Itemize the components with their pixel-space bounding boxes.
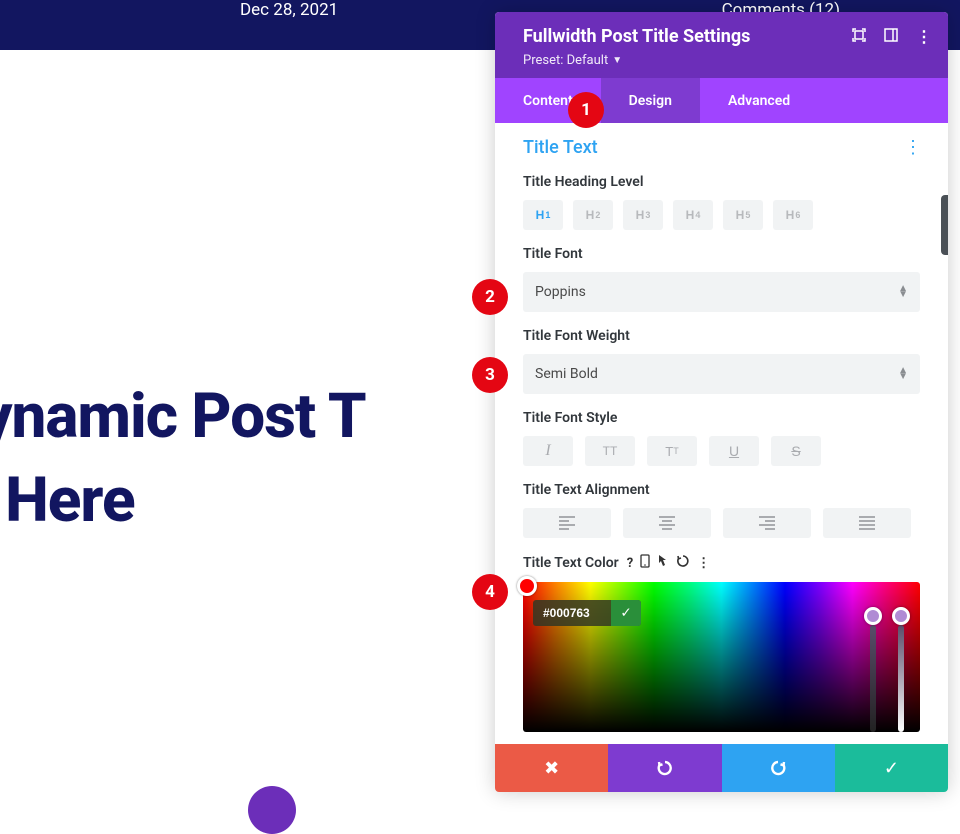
preset-label: Preset: Default (523, 53, 608, 68)
panel-header: Fullwidth Post Title Settings ⋮ Preset: … (495, 12, 948, 78)
lightness-track[interactable] (870, 625, 876, 732)
label-title-font: Title Font (523, 246, 920, 262)
help-icon[interactable]: ? (627, 556, 633, 571)
color-picker[interactable]: ✓ (523, 582, 920, 732)
weight-value: Semi Bold (535, 366, 598, 382)
label-heading-level: Title Heading Level (523, 174, 920, 190)
style-strikethrough[interactable]: S (771, 436, 821, 466)
font-style-group: I TT TT U S (523, 436, 920, 466)
select-arrows-icon: ▲▼ (898, 368, 908, 380)
tab-bar: Content Design Advanced (495, 78, 948, 123)
hex-confirm-button[interactable]: ✓ (611, 600, 641, 626)
snap-icon[interactable] (884, 27, 898, 46)
select-arrows-icon: ▲▼ (898, 286, 908, 298)
font-weight-select[interactable]: Semi Bold ▲▼ (523, 354, 920, 394)
tab-advanced[interactable]: Advanced (700, 78, 818, 123)
decorative-circle (248, 786, 296, 834)
hover-icon[interactable] (657, 554, 669, 572)
label-font-style: Title Font Style (523, 410, 920, 426)
heading-h4[interactable]: H4 (673, 200, 713, 230)
post-date: Dec 28, 2021 (240, 0, 338, 20)
chevron-down-icon: ▼ (612, 55, 622, 66)
font-value: Poppins (535, 284, 586, 300)
panel-title: Fullwidth Post Title Settings (523, 26, 750, 47)
style-smallcaps[interactable]: TT (647, 436, 697, 466)
section-menu-icon[interactable]: ⋮ (904, 137, 920, 158)
align-right[interactable] (723, 508, 811, 538)
label-text-color: Title Text Color ? ⋮ (523, 554, 920, 572)
preview-area: )ynamic Post T y Here (0, 50, 494, 810)
style-underline[interactable]: U (709, 436, 759, 466)
reset-icon[interactable] (676, 554, 690, 572)
alpha-track[interactable] (898, 625, 904, 732)
mobile-icon[interactable] (640, 554, 650, 572)
section-title[interactable]: Title Text (523, 137, 598, 158)
lightness-knob[interactable] (864, 607, 882, 625)
hex-input-chip: ✓ (533, 600, 641, 626)
scroll-indicator[interactable] (941, 195, 948, 255)
save-button[interactable]: ✓ (835, 744, 948, 792)
alpha-knob[interactable] (892, 607, 910, 625)
heading-h2[interactable]: H2 (573, 200, 613, 230)
align-center[interactable] (623, 508, 711, 538)
title-font-select[interactable]: Poppins ▲▼ (523, 272, 920, 312)
tab-content[interactable]: Content (495, 78, 601, 123)
cancel-button[interactable]: ✖ (495, 744, 608, 792)
more-icon[interactable]: ⋮ (916, 27, 930, 46)
align-justify[interactable] (823, 508, 911, 538)
heading-h5[interactable]: H5 (723, 200, 763, 230)
settings-panel: Fullwidth Post Title Settings ⋮ Preset: … (495, 12, 948, 792)
undo-button[interactable] (608, 744, 721, 792)
label-text-align: Title Text Alignment (523, 482, 920, 498)
style-italic[interactable]: I (523, 436, 573, 466)
heading-h6[interactable]: H6 (773, 200, 813, 230)
align-group (523, 508, 920, 538)
post-title-preview: )ynamic Post T y Here (0, 375, 366, 542)
label-font-weight: Title Font Weight (523, 328, 920, 344)
heading-level-group: H1 H2 H3 H4 H5 H6 (523, 200, 920, 230)
heading-h1[interactable]: H1 (523, 200, 563, 230)
redo-button[interactable] (722, 744, 835, 792)
color-cursor[interactable] (517, 576, 537, 596)
hex-input[interactable] (533, 606, 611, 620)
field-menu-icon[interactable]: ⋮ (697, 556, 708, 571)
expand-icon[interactable] (852, 27, 866, 46)
align-left[interactable] (523, 508, 611, 538)
tab-design[interactable]: Design (601, 78, 700, 123)
panel-body: Title Text ⋮ Title Heading Level H1 H2 H… (495, 123, 948, 744)
style-uppercase[interactable]: TT (585, 436, 635, 466)
preset-dropdown[interactable]: Preset: Default ▼ (523, 53, 622, 68)
action-bar: ✖ ✓ (495, 744, 948, 792)
heading-h3[interactable]: H3 (623, 200, 663, 230)
